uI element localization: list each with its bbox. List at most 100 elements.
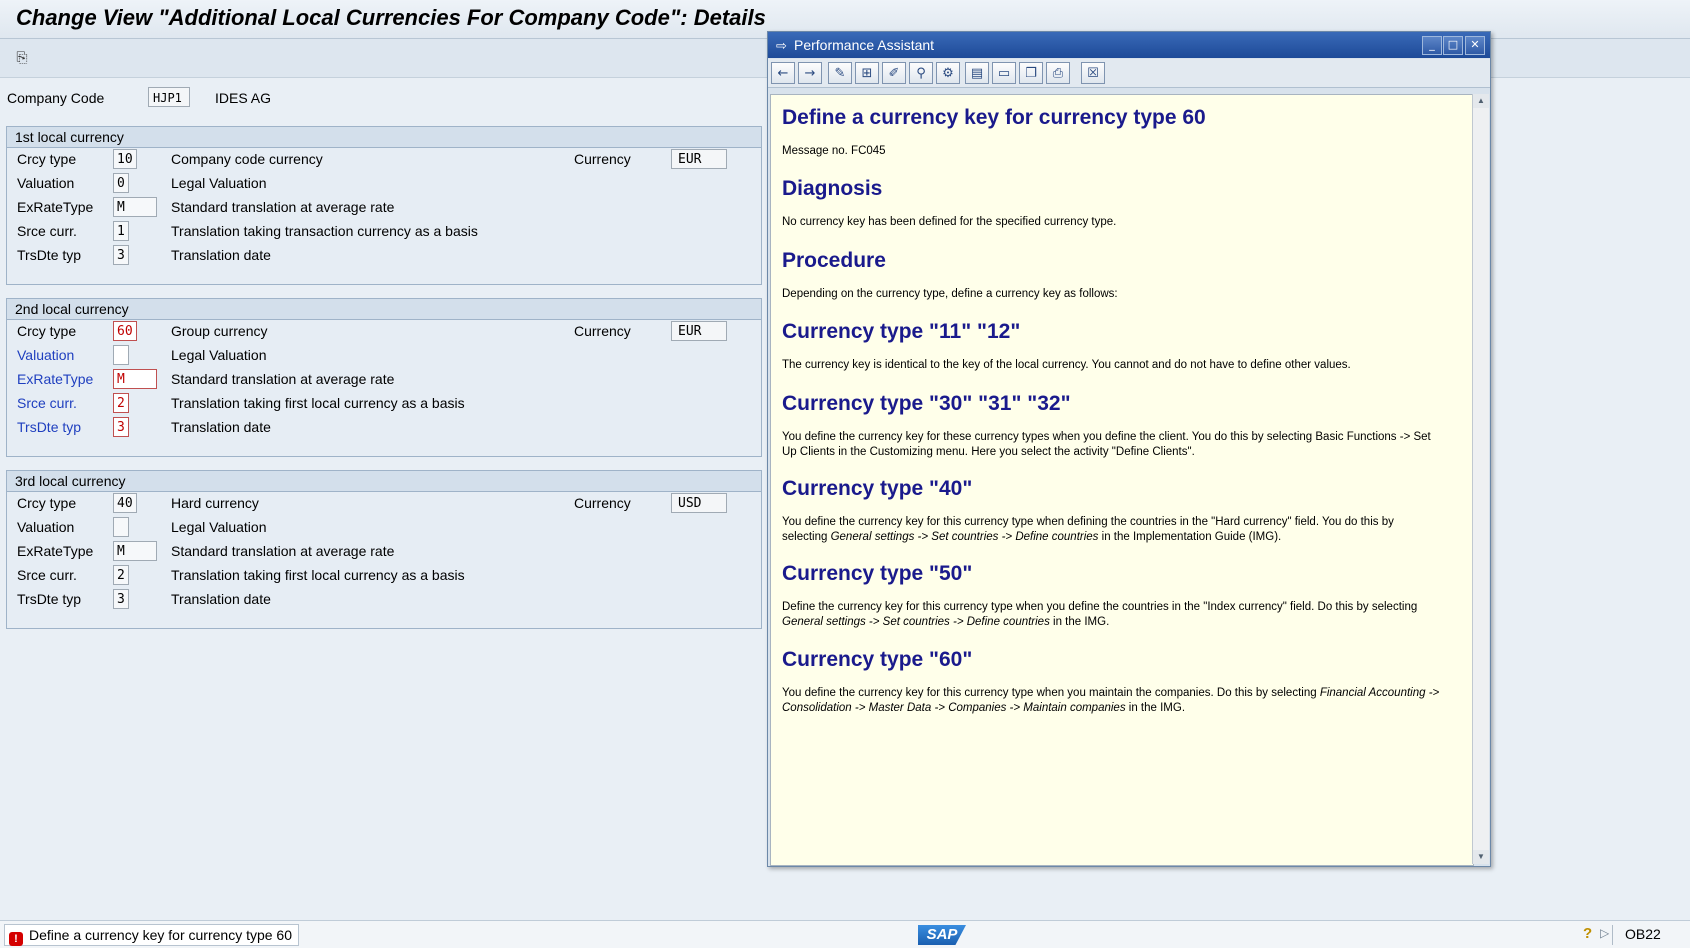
valuation-field[interactable]: 0 xyxy=(113,173,129,193)
row-trsdte-typ: TrsDte typ 3 Translation date xyxy=(7,244,761,268)
text-currency-type-40: You define the currency key for this cur… xyxy=(782,516,1394,543)
field-description: Legal Valuation xyxy=(171,519,267,535)
pa-title: Performance Assistant xyxy=(794,37,935,53)
settings-icon[interactable]: ⚙ xyxy=(936,62,960,84)
group-2nd-local-currency: 2nd local currency Crcy type 60 Group cu… xyxy=(6,298,762,457)
row-crcy-type: Crcy type 10 Company code currency Curre… xyxy=(7,148,761,172)
crcy-type-field[interactable]: 60 xyxy=(113,321,137,341)
valuation-field[interactable] xyxy=(113,345,129,365)
field-label: Valuation xyxy=(17,175,75,191)
edit-icon[interactable]: ✐ xyxy=(882,62,906,84)
heading-diagnosis: Diagnosis xyxy=(782,177,883,200)
text-currency-type-50: Define the currency key for this currenc… xyxy=(782,601,1418,628)
field-label: ExRateType xyxy=(17,371,94,387)
heading-procedure: Procedure xyxy=(782,249,886,272)
pa-window-icon: ⇨ xyxy=(776,38,787,53)
maximize-icon[interactable]: □ xyxy=(1443,36,1463,55)
error-icon: ! xyxy=(9,932,23,946)
heading-currency-type-11-12: Currency type "11" "12" xyxy=(782,320,1021,343)
message-number: Message no. FC045 xyxy=(782,145,886,157)
pa-toolbar: ← → ✎ ⊞ ✐ ⚲ ⚙ ▤ ▭ ❐ ⎙ ☒ xyxy=(768,59,1490,88)
currency-field[interactable]: EUR xyxy=(671,149,727,169)
minimize-icon[interactable]: _ xyxy=(1422,36,1442,55)
row-trsdte-typ: TrsDte typ 3 Translation date xyxy=(7,588,761,612)
scroll-up-icon[interactable]: ▲ xyxy=(1473,94,1489,108)
row-valuation: Valuation 0 Legal Valuation xyxy=(7,172,761,196)
system-info-arrow-icon[interactable]: ▷ xyxy=(1600,926,1609,940)
group-title: 2nd local currency xyxy=(7,299,761,320)
hierarchy-icon[interactable]: ⊞ xyxy=(855,62,879,84)
exratetype-field[interactable]: M xyxy=(113,541,157,561)
field-label: Crcy type xyxy=(17,495,77,511)
search-icon[interactable]: ⚲ xyxy=(909,62,933,84)
display-change-icon[interactable]: ⎘ xyxy=(12,48,32,68)
srce-curr-field[interactable]: 2 xyxy=(113,393,129,413)
sap-logo: SAP xyxy=(918,925,966,945)
field-description: Translation taking transaction currency … xyxy=(171,223,478,239)
field-description: Translation taking first local currency … xyxy=(171,395,465,411)
text-currency-type-30: You define the currency key for these cu… xyxy=(782,431,1431,458)
crcy-type-field[interactable]: 40 xyxy=(113,493,137,513)
close-icon[interactable]: ✕ xyxy=(1465,36,1485,55)
transaction-code: OB22 xyxy=(1625,926,1661,942)
back-arrow-icon[interactable]: ← xyxy=(771,62,795,84)
srce-curr-field[interactable]: 1 xyxy=(113,221,129,241)
field-label: Srce curr. xyxy=(17,567,77,583)
technical-info-icon[interactable]: ✎ xyxy=(828,62,852,84)
field-description: Standard translation at average rate xyxy=(171,543,395,559)
currency-label: Currency xyxy=(574,323,631,339)
group-title: 3rd local currency xyxy=(7,471,761,492)
trsdte-typ-field[interactable]: 3 xyxy=(113,589,129,609)
srce-curr-field[interactable]: 2 xyxy=(113,565,129,585)
field-label: Crcy type xyxy=(17,323,77,339)
row-exratetype: ExRateType M Standard translation at ave… xyxy=(7,540,761,564)
company-code-field[interactable]: HJP1 xyxy=(148,87,190,107)
valuation-field[interactable] xyxy=(113,517,129,537)
scroll-down-icon[interactable]: ▼ xyxy=(1473,850,1489,864)
trsdte-typ-field[interactable]: 3 xyxy=(113,417,129,437)
group-3rd-local-currency: 3rd local currency Crcy type 40 Hard cur… xyxy=(6,470,762,629)
heading-currency-type-40: Currency type "40" xyxy=(782,477,973,500)
copy-icon[interactable]: ❐ xyxy=(1019,62,1043,84)
performance-assistant-window: ⇨ Performance Assistant _ □ ✕ ← → ✎ ⊞ ✐ … xyxy=(767,31,1491,867)
currency-label: Currency xyxy=(574,151,631,167)
book-icon[interactable]: ▤ xyxy=(965,62,989,84)
field-description: Group currency xyxy=(171,323,268,339)
forward-arrow-icon[interactable]: → xyxy=(798,62,822,84)
field-label: Valuation xyxy=(17,347,75,363)
print-icon[interactable]: ⎙ xyxy=(1046,62,1070,84)
currency-field[interactable]: EUR xyxy=(671,321,727,341)
group-1st-local-currency: 1st local currency Crcy type 10 Company … xyxy=(6,126,762,285)
divider xyxy=(1612,925,1613,945)
row-srce-curr: Srce curr. 1 Translation taking transact… xyxy=(7,220,761,244)
field-description: Hard currency xyxy=(171,495,259,511)
exit-icon[interactable]: ☒ xyxy=(1081,62,1105,84)
window-icon[interactable]: ▭ xyxy=(992,62,1016,84)
exratetype-field[interactable]: M xyxy=(113,369,157,389)
row-exratetype: ExRateType M Standard translation at ave… xyxy=(7,196,761,220)
field-description: Legal Valuation xyxy=(171,175,267,191)
text-procedure: Depending on the currency type, define a… xyxy=(782,288,1118,300)
field-description: Translation date xyxy=(171,591,271,607)
pa-title-bar[interactable]: ⇨ Performance Assistant _ □ ✕ xyxy=(768,32,1490,58)
currency-field[interactable]: USD xyxy=(671,493,727,513)
trsdte-typ-field[interactable]: 3 xyxy=(113,245,129,265)
heading-currency-type-60: Currency type "60" xyxy=(782,648,973,671)
field-description: Legal Valuation xyxy=(171,347,267,363)
status-message-text: Define a currency key for currency type … xyxy=(29,927,293,943)
pa-scrollbar[interactable]: ▲ ▼ xyxy=(1472,94,1489,864)
group-title: 1st local currency xyxy=(7,127,761,148)
text-currency-type-11-12: The currency key is identical to the key… xyxy=(782,359,1351,371)
row-crcy-type: Crcy type 40 Hard currency Currency USD xyxy=(7,492,761,516)
status-message[interactable]: ! Define a currency key for currency type… xyxy=(4,924,300,946)
help-icon[interactable]: ? xyxy=(1583,925,1592,942)
status-bar: ! Define a currency key for currency type… xyxy=(0,920,1690,948)
field-label: Srce curr. xyxy=(17,395,77,411)
field-label: TrsDte typ xyxy=(17,419,82,435)
exratetype-field[interactable]: M xyxy=(113,197,157,217)
crcy-type-field[interactable]: 10 xyxy=(113,149,137,169)
field-description: Company code currency xyxy=(171,151,323,167)
field-label: Srce curr. xyxy=(17,223,77,239)
field-label: Valuation xyxy=(17,519,75,535)
text-diagnosis: No currency key has been defined for the… xyxy=(782,216,1117,228)
